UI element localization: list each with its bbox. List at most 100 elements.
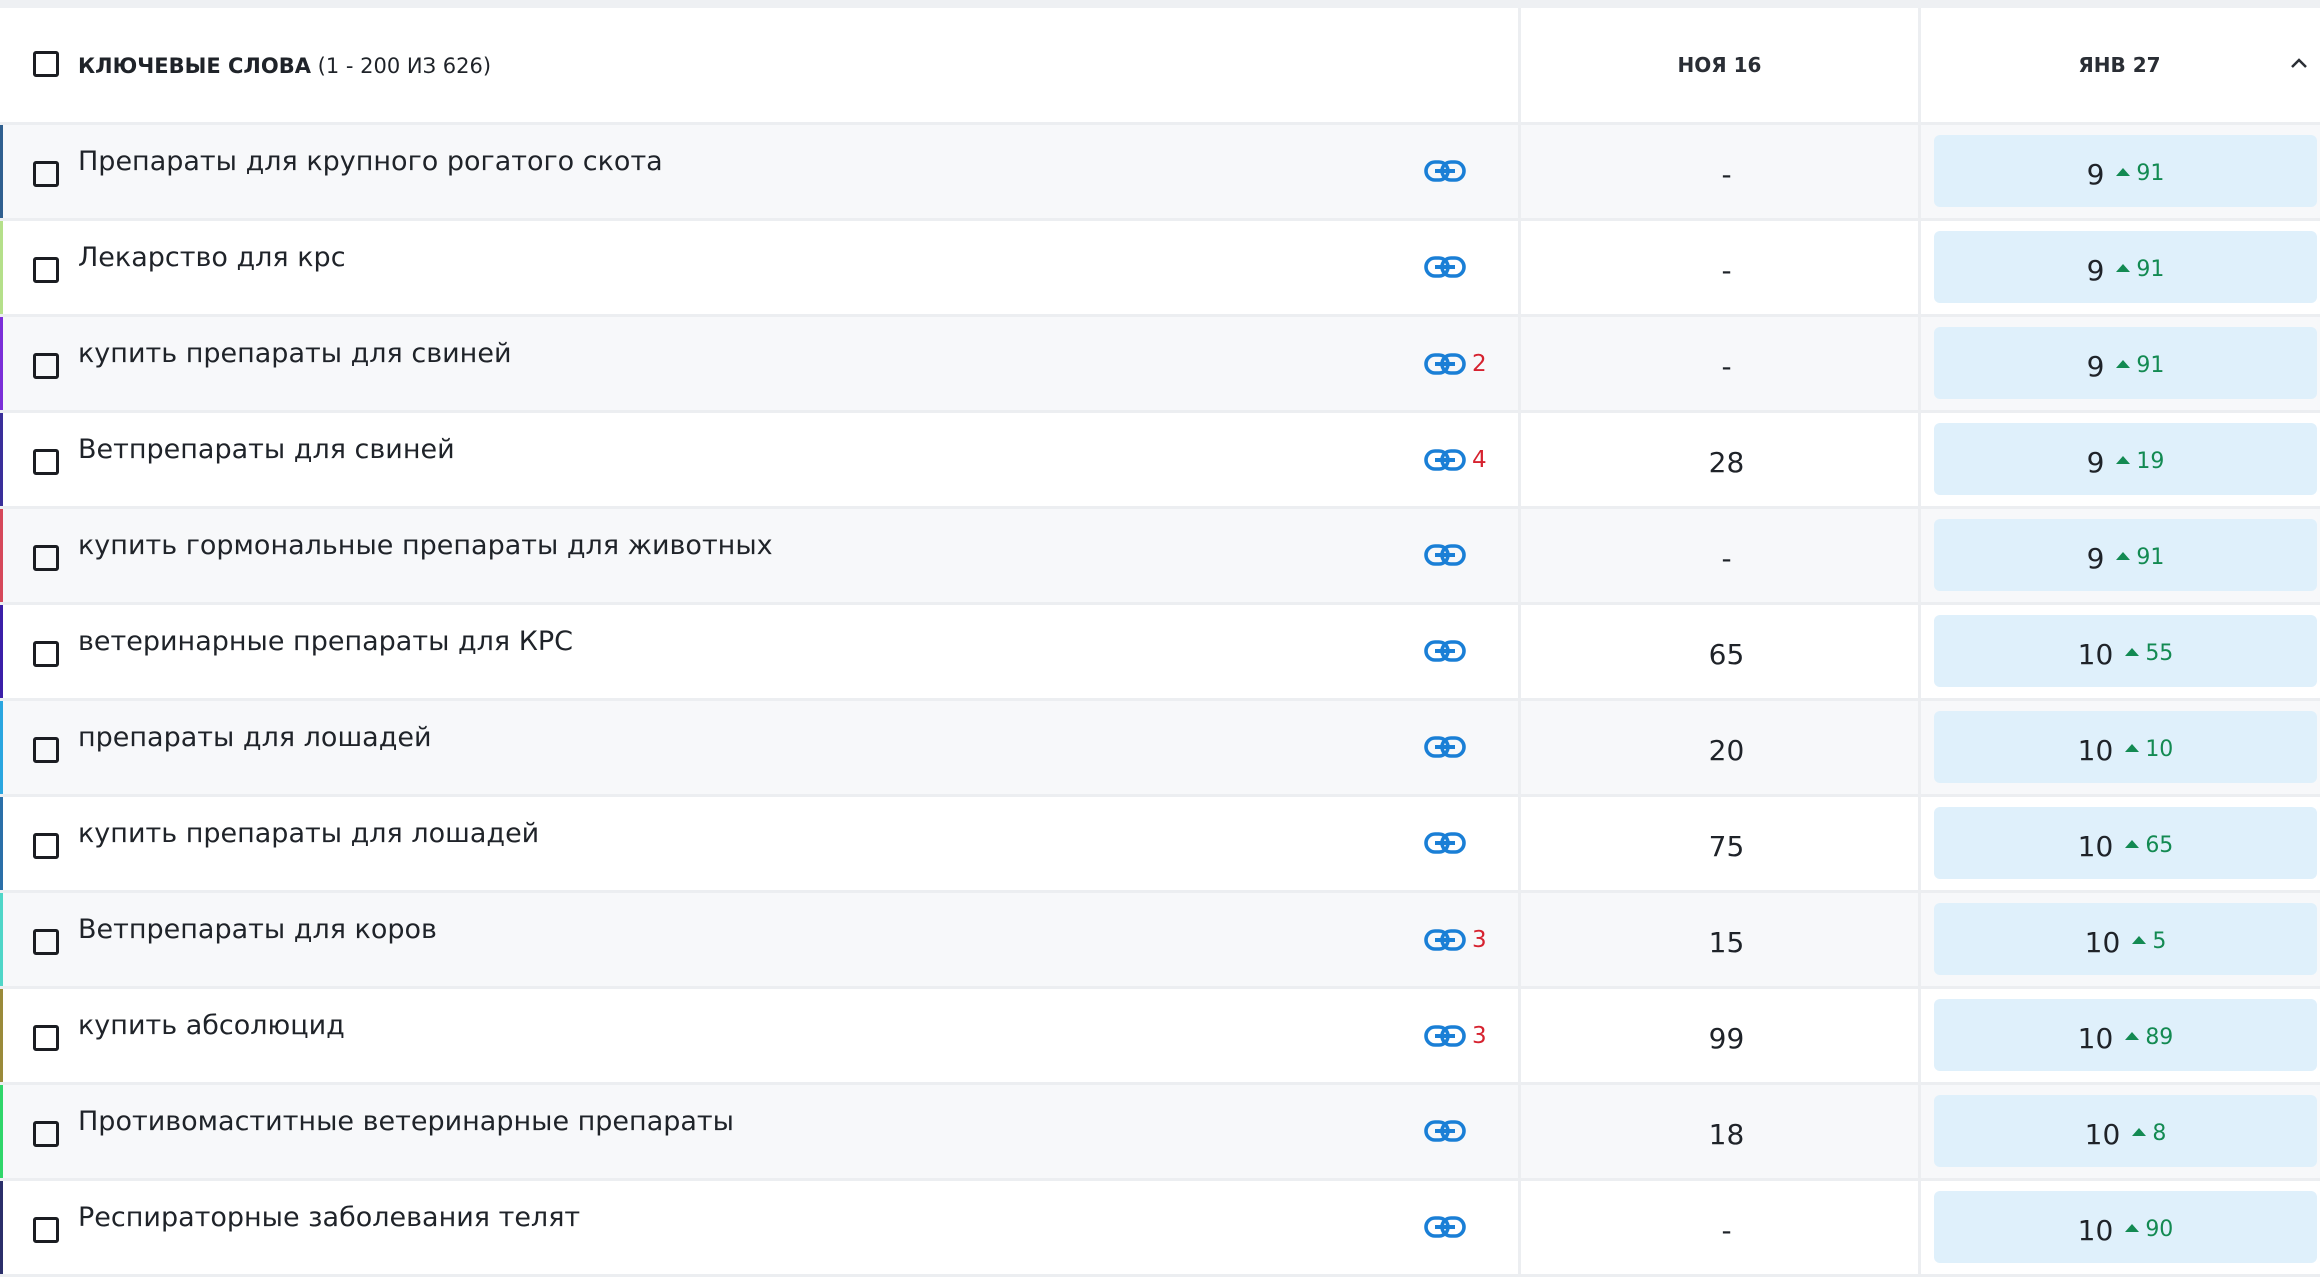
table-row[interactable]: Ветпрепараты для свиней 4 28 9 19: [0, 413, 2320, 509]
chevron-up-icon[interactable]: [2290, 57, 2308, 69]
ranking-url-link[interactable]: [1424, 831, 1466, 855]
jan27-position-cell[interactable]: 10 65: [1934, 807, 2317, 879]
table-row[interactable]: ветеринарные препараты для КРС 65 10 55: [0, 605, 2320, 701]
ranking-url-link[interactable]: [1424, 735, 1466, 759]
arrow-up-icon: [2116, 360, 2131, 368]
table-row[interactable]: купить абсолюцид 3 99 10 89: [0, 989, 2320, 1085]
row-checkbox[interactable]: [33, 833, 59, 859]
row-color-marker: [0, 317, 3, 410]
keyword-text[interactable]: Препараты для крупного рогатого скота: [78, 146, 663, 177]
keyword-text[interactable]: препараты для лошадей: [78, 722, 432, 753]
nov16-position-cell: 65: [1521, 605, 1918, 698]
table-row[interactable]: Лекарство для крс - 9 91: [0, 221, 2320, 317]
keyword-text[interactable]: Лекарство для крс: [78, 242, 346, 273]
arrow-up-icon: [2116, 168, 2131, 176]
arrow-up-icon: [2132, 936, 2147, 944]
ranking-url-link[interactable]: 3: [1424, 1023, 1487, 1049]
jan27-position-cell[interactable]: 10 10: [1934, 711, 2317, 783]
position-change: 91: [2136, 256, 2165, 282]
keyword-text[interactable]: Ветпрепараты для коров: [78, 914, 437, 945]
column-divider: [1918, 797, 1921, 890]
column-divider: [1918, 605, 1921, 698]
nov16-position-cell: -: [1521, 125, 1918, 218]
row-checkbox[interactable]: [33, 353, 59, 379]
ranking-url-link[interactable]: 2: [1424, 351, 1487, 377]
table-row[interactable]: Препараты для крупного рогатого скота - …: [0, 125, 2320, 221]
keyword-text[interactable]: купить препараты для свиней: [78, 338, 512, 369]
ranking-url-link[interactable]: 3: [1424, 927, 1487, 953]
link-icon: [1424, 929, 1466, 951]
column-header-nov16[interactable]: НОЯ 16: [1521, 8, 1918, 122]
nov16-position-cell: -: [1521, 317, 1918, 410]
nov16-position: -: [1721, 254, 1732, 287]
jan27-position: 10: [2077, 733, 2114, 767]
column-divider: [1918, 1085, 1921, 1178]
nov16-position-cell: -: [1521, 221, 1918, 314]
row-checkbox[interactable]: [33, 737, 59, 763]
position-change: 91: [2136, 544, 2165, 570]
row-checkbox[interactable]: [33, 257, 59, 283]
jan27-position-cell[interactable]: 10 8: [1934, 1095, 2317, 1167]
ranking-url-link[interactable]: [1424, 1119, 1466, 1143]
row-checkbox[interactable]: [33, 161, 59, 187]
row-color-marker: [0, 797, 3, 890]
nov16-position-cell: -: [1521, 1181, 1918, 1274]
table-row[interactable]: купить гормональные препараты для животн…: [0, 509, 2320, 605]
keyword-text[interactable]: Противомаститные ветеринарные препараты: [78, 1106, 734, 1137]
jan27-position-cell[interactable]: 10 5: [1934, 903, 2317, 975]
link-count: 3: [1472, 1023, 1487, 1049]
link-icon: [1424, 640, 1466, 662]
jan27-position: 9: [2086, 349, 2105, 383]
keyword-text[interactable]: купить гормональные препараты для животн…: [78, 530, 773, 561]
keywords-table: КЛЮЧЕВЫЕ СЛОВА (1 - 200 ИЗ 626) НОЯ 16 Я…: [0, 8, 2320, 1277]
table-row[interactable]: Противомаститные ветеринарные препараты …: [0, 1085, 2320, 1181]
row-checkbox[interactable]: [33, 641, 59, 667]
ranking-url-link[interactable]: [1424, 255, 1466, 279]
row-checkbox[interactable]: [33, 1217, 59, 1243]
keywords-column-title[interactable]: КЛЮЧЕВЫЕ СЛОВА (1 - 200 ИЗ 626): [78, 54, 491, 78]
jan27-position-cell[interactable]: 9 91: [1934, 231, 2317, 303]
column-divider: [1918, 701, 1921, 794]
link-icon: [1424, 832, 1466, 854]
position-change: 19: [2136, 448, 2165, 474]
row-checkbox[interactable]: [33, 929, 59, 955]
keyword-text[interactable]: ветеринарные препараты для КРС: [78, 626, 573, 657]
nov16-position: 99: [1708, 1022, 1745, 1055]
column-header-jan27[interactable]: ЯНВ 27: [1921, 8, 2318, 122]
nov16-position: 18: [1708, 1118, 1745, 1151]
jan27-position: 9: [2086, 445, 2105, 479]
jan27-position-cell[interactable]: 10 55: [1934, 615, 2317, 687]
jan27-position: 10: [2077, 1213, 2114, 1247]
row-checkbox[interactable]: [33, 1025, 59, 1051]
row-checkbox[interactable]: [33, 1121, 59, 1147]
keyword-text[interactable]: купить препараты для лошадей: [78, 818, 539, 849]
jan27-position-cell[interactable]: 9 91: [1934, 519, 2317, 591]
keyword-text[interactable]: Ветпрепараты для свиней: [78, 434, 455, 465]
row-checkbox[interactable]: [33, 449, 59, 475]
ranking-url-link[interactable]: [1424, 159, 1466, 183]
jan27-position-cell[interactable]: 10 89: [1934, 999, 2317, 1071]
table-row[interactable]: купить препараты для лошадей 75 10 65: [0, 797, 2320, 893]
ranking-url-link[interactable]: [1424, 639, 1466, 663]
jan27-position-cell[interactable]: 9 19: [1934, 423, 2317, 495]
table-row[interactable]: препараты для лошадей 20 10 10: [0, 701, 2320, 797]
ranking-url-link[interactable]: [1424, 1215, 1466, 1239]
jan27-position-cell[interactable]: 10 90: [1934, 1191, 2317, 1263]
keyword-text[interactable]: купить абсолюцид: [78, 1010, 345, 1041]
jan27-position-cell[interactable]: 9 91: [1934, 135, 2317, 207]
table-row[interactable]: Ветпрепараты для коров 3 15 10 5: [0, 893, 2320, 989]
row-color-marker: [0, 413, 3, 506]
ranking-url-link[interactable]: [1424, 543, 1466, 567]
jan27-position: 10: [2084, 1117, 2121, 1151]
jan27-position-cell[interactable]: 9 91: [1934, 327, 2317, 399]
position-change: 10: [2145, 736, 2174, 762]
row-checkbox[interactable]: [33, 545, 59, 571]
table-row[interactable]: Респираторные заболевания телят - 10 90: [0, 1181, 2320, 1277]
link-count: 2: [1472, 351, 1487, 377]
keyword-text[interactable]: Респираторные заболевания телят: [78, 1202, 580, 1233]
ranking-url-link[interactable]: 4: [1424, 447, 1487, 473]
nov16-position: -: [1721, 350, 1732, 383]
nov16-position: 15: [1708, 926, 1745, 959]
table-row[interactable]: купить препараты для свиней 2 - 9 91: [0, 317, 2320, 413]
select-all-checkbox[interactable]: [33, 51, 59, 77]
